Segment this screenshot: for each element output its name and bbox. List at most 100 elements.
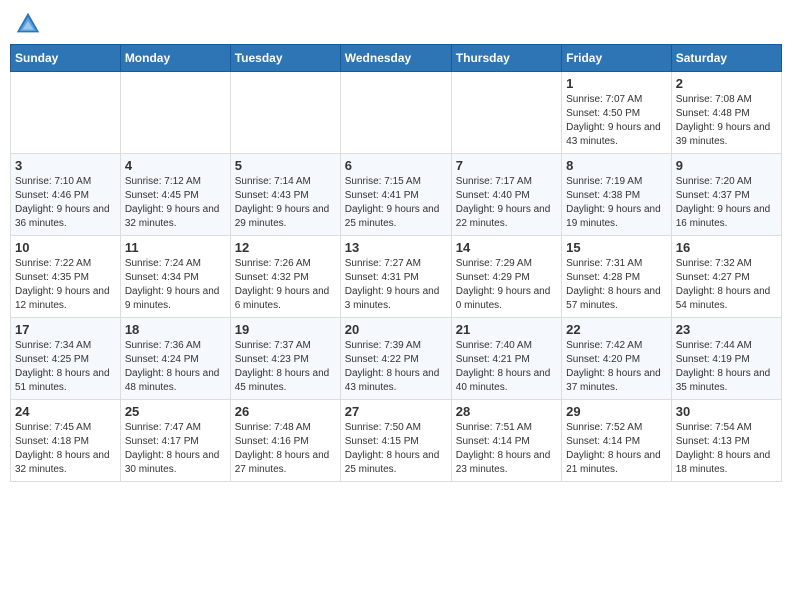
- day-number: 4: [125, 158, 226, 173]
- day-number: 7: [456, 158, 557, 173]
- day-cell: 6Sunrise: 7:15 AM Sunset: 4:41 PM Daylig…: [340, 154, 451, 236]
- day-cell: 17 Sunrise: 7:34 AM Sunset: 4:25 PM Dayli…: [11, 318, 121, 400]
- day-info: Sunrise: 7:37 AM Sunset: 4:23 PM Dayligh…: [235, 339, 336, 395]
- day-cell: [340, 72, 451, 154]
- day-cell: 12 Sunrise: 7:26 AM Sunset: 4:32 PM Dayli…: [230, 236, 340, 318]
- day-cell: 2 Sunrise: 7:08 AM Sunset: 4:48 PM Daylig…: [671, 72, 781, 154]
- day-info: Sunrise: 7:15 AM Sunset: 4:41 PM Dayligh…: [345, 175, 447, 231]
- day-info: Sunrise: 7:40 AM Sunset: 4:21 PM Dayligh…: [456, 339, 557, 395]
- day-info: Sunrise: 7:19 AM Sunset: 4:38 PM Dayligh…: [566, 175, 667, 231]
- day-number: 19: [235, 322, 336, 337]
- day-cell: 23 Sunrise: 7:44 AM Sunset: 4:19 PM Dayli…: [671, 318, 781, 400]
- weekday-header-row: SundayMondayTuesdayWednesdayThursdayFrid…: [11, 45, 782, 72]
- day-info: Sunrise: 7:10 AM Sunset: 4:46 PM Dayligh…: [15, 175, 116, 231]
- day-number: 2: [676, 76, 777, 91]
- day-info: Sunrise: 7:45 AM Sunset: 4:18 PM Dayligh…: [15, 421, 116, 477]
- day-info: Sunrise: 7:29 AM Sunset: 4:29 PM Dayligh…: [456, 257, 557, 313]
- week-row-3: 10 Sunrise: 7:22 AM Sunset: 4:35 PM Dayli…: [11, 236, 782, 318]
- day-number: 29: [566, 404, 667, 419]
- day-info: Sunrise: 7:08 AM Sunset: 4:48 PM Dayligh…: [676, 93, 777, 149]
- day-cell: [451, 72, 561, 154]
- day-cell: 24Sunrise: 7:45 AM Sunset: 4:18 PM Dayli…: [11, 400, 121, 482]
- weekday-header-wednesday: Wednesday: [340, 45, 451, 72]
- weekday-header-saturday: Saturday: [671, 45, 781, 72]
- day-info: Sunrise: 7:36 AM Sunset: 4:24 PM Dayligh…: [125, 339, 226, 395]
- day-cell: 15Sunrise: 7:31 AM Sunset: 4:28 PM Dayli…: [562, 236, 672, 318]
- day-number: 9: [676, 158, 777, 173]
- logo: [14, 10, 46, 38]
- day-cell: 7 Sunrise: 7:17 AM Sunset: 4:40 PM Daylig…: [451, 154, 561, 236]
- day-number: 30: [676, 404, 777, 419]
- day-info: Sunrise: 7:51 AM Sunset: 4:14 PM Dayligh…: [456, 421, 557, 477]
- day-number: 13: [345, 240, 447, 255]
- day-cell: 29 Sunrise: 7:52 AM Sunset: 4:14 PM Dayli…: [562, 400, 672, 482]
- day-number: 18: [125, 322, 226, 337]
- day-info: Sunrise: 7:32 AM Sunset: 4:27 PM Dayligh…: [676, 257, 777, 313]
- day-number: 27: [345, 404, 447, 419]
- calendar: SundayMondayTuesdayWednesdayThursdayFrid…: [10, 44, 782, 482]
- week-row-4: 17 Sunrise: 7:34 AM Sunset: 4:25 PM Dayli…: [11, 318, 782, 400]
- day-info: Sunrise: 7:20 AM Sunset: 4:37 PM Dayligh…: [676, 175, 777, 231]
- day-cell: 5 Sunrise: 7:14 AM Sunset: 4:43 PM Daylig…: [230, 154, 340, 236]
- day-info: Sunrise: 7:24 AM Sunset: 4:34 PM Dayligh…: [125, 257, 226, 313]
- day-cell: 27 Sunrise: 7:50 AM Sunset: 4:15 PM Dayli…: [340, 400, 451, 482]
- day-number: 5: [235, 158, 336, 173]
- day-cell: 11 Sunrise: 7:24 AM Sunset: 4:34 PM Dayli…: [120, 236, 230, 318]
- day-number: 28: [456, 404, 557, 419]
- weekday-header-thursday: Thursday: [451, 45, 561, 72]
- day-number: 14: [456, 240, 557, 255]
- weekday-header-friday: Friday: [562, 45, 672, 72]
- day-number: 17: [15, 322, 116, 337]
- day-cell: 9 Sunrise: 7:20 AM Sunset: 4:37 PM Daylig…: [671, 154, 781, 236]
- day-number: 16: [676, 240, 777, 255]
- day-cell: 4 Sunrise: 7:12 AM Sunset: 4:45 PM Daylig…: [120, 154, 230, 236]
- day-number: 1: [566, 76, 667, 91]
- day-cell: [120, 72, 230, 154]
- weekday-header-tuesday: Tuesday: [230, 45, 340, 72]
- day-info: Sunrise: 7:44 AM Sunset: 4:19 PM Dayligh…: [676, 339, 777, 395]
- day-info: Sunrise: 7:07 AM Sunset: 4:50 PM Dayligh…: [566, 93, 667, 149]
- day-number: 10: [15, 240, 116, 255]
- day-number: 3: [15, 158, 116, 173]
- day-number: 22: [566, 322, 667, 337]
- week-row-1: 1 Sunrise: 7:07 AM Sunset: 4:50 PM Daylig…: [11, 72, 782, 154]
- day-info: Sunrise: 7:17 AM Sunset: 4:40 PM Dayligh…: [456, 175, 557, 231]
- day-cell: 25Sunrise: 7:47 AM Sunset: 4:17 PM Dayli…: [120, 400, 230, 482]
- day-number: 11: [125, 240, 226, 255]
- day-cell: 13 Sunrise: 7:27 AM Sunset: 4:31 PM Dayli…: [340, 236, 451, 318]
- day-info: Sunrise: 7:52 AM Sunset: 4:14 PM Dayligh…: [566, 421, 667, 477]
- day-cell: 26Sunrise: 7:48 AM Sunset: 4:16 PM Dayli…: [230, 400, 340, 482]
- day-cell: 30 Sunrise: 7:54 AM Sunset: 4:13 PM Dayli…: [671, 400, 781, 482]
- day-cell: 20Sunrise: 7:39 AM Sunset: 4:22 PM Dayli…: [340, 318, 451, 400]
- day-number: 21: [456, 322, 557, 337]
- day-cell: 28 Sunrise: 7:51 AM Sunset: 4:14 PM Dayli…: [451, 400, 561, 482]
- day-cell: 16 Sunrise: 7:32 AM Sunset: 4:27 PM Dayli…: [671, 236, 781, 318]
- day-cell: 8 Sunrise: 7:19 AM Sunset: 4:38 PM Daylig…: [562, 154, 672, 236]
- day-cell: 22Sunrise: 7:42 AM Sunset: 4:20 PM Dayli…: [562, 318, 672, 400]
- day-info: Sunrise: 7:27 AM Sunset: 4:31 PM Dayligh…: [345, 257, 447, 313]
- day-number: 23: [676, 322, 777, 337]
- day-info: Sunrise: 7:22 AM Sunset: 4:35 PM Dayligh…: [15, 257, 116, 313]
- day-info: Sunrise: 7:54 AM Sunset: 4:13 PM Dayligh…: [676, 421, 777, 477]
- day-info: Sunrise: 7:26 AM Sunset: 4:32 PM Dayligh…: [235, 257, 336, 313]
- day-cell: 18 Sunrise: 7:36 AM Sunset: 4:24 PM Dayli…: [120, 318, 230, 400]
- logo-icon: [14, 10, 42, 38]
- day-info: Sunrise: 7:34 AM Sunset: 4:25 PM Dayligh…: [15, 339, 116, 395]
- weekday-header-monday: Monday: [120, 45, 230, 72]
- day-cell: 19 Sunrise: 7:37 AM Sunset: 4:23 PM Dayli…: [230, 318, 340, 400]
- week-row-5: 24Sunrise: 7:45 AM Sunset: 4:18 PM Dayli…: [11, 400, 782, 482]
- day-number: 15: [566, 240, 667, 255]
- day-info: Sunrise: 7:48 AM Sunset: 4:16 PM Dayligh…: [235, 421, 336, 477]
- day-info: Sunrise: 7:50 AM Sunset: 4:15 PM Dayligh…: [345, 421, 447, 477]
- day-info: Sunrise: 7:14 AM Sunset: 4:43 PM Dayligh…: [235, 175, 336, 231]
- day-info: Sunrise: 7:47 AM Sunset: 4:17 PM Dayligh…: [125, 421, 226, 477]
- day-number: 8: [566, 158, 667, 173]
- day-cell: 14 Sunrise: 7:29 AM Sunset: 4:29 PM Dayli…: [451, 236, 561, 318]
- day-cell: 3 Sunrise: 7:10 AM Sunset: 4:46 PM Daylig…: [11, 154, 121, 236]
- day-number: 12: [235, 240, 336, 255]
- week-row-2: 3 Sunrise: 7:10 AM Sunset: 4:46 PM Daylig…: [11, 154, 782, 236]
- day-cell: 10 Sunrise: 7:22 AM Sunset: 4:35 PM Dayli…: [11, 236, 121, 318]
- weekday-header-sunday: Sunday: [11, 45, 121, 72]
- day-info: Sunrise: 7:12 AM Sunset: 4:45 PM Dayligh…: [125, 175, 226, 231]
- day-cell: [11, 72, 121, 154]
